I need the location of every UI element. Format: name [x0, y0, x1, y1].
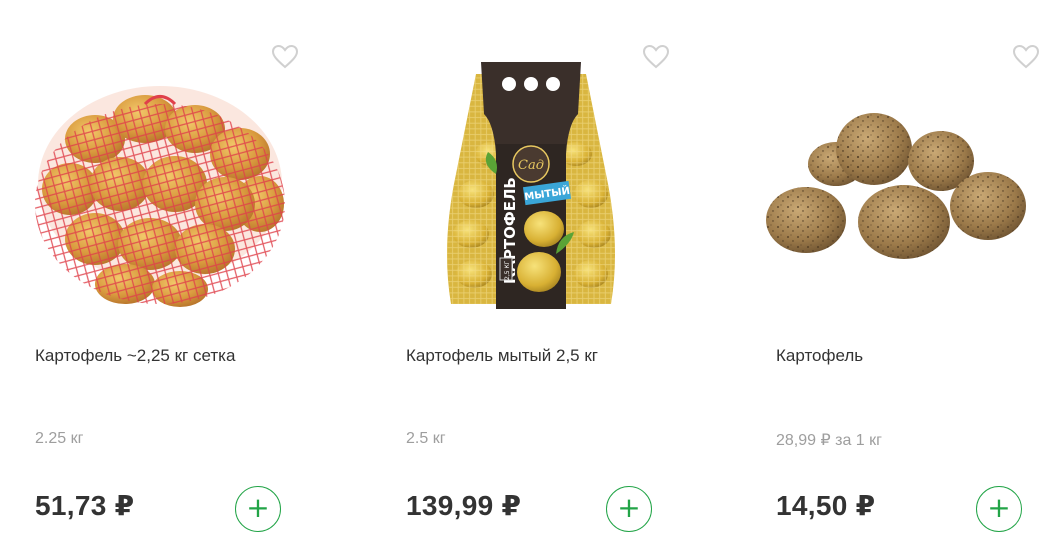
- product-price: 139,99 ₽: [406, 490, 522, 521]
- product-card[interactable]: Картофель ~2,25 кг сетка 2.25 кг 51,73 ₽…: [25, 0, 315, 548]
- plus-icon: +: [246, 491, 270, 524]
- package-weight: 2,5 КГ: [504, 260, 511, 280]
- product-image[interactable]: [766, 44, 1036, 316]
- product-title[interactable]: Картофель ~2,25 кг сетка: [35, 345, 305, 367]
- product-title[interactable]: Картофель: [776, 345, 1046, 367]
- product-title[interactable]: Картофель мытый 2,5 кг: [406, 345, 676, 367]
- product-card[interactable]: Картофель 28,99 ₽ за 1 кг 14,50 ₽ +: [766, 0, 1056, 548]
- product-image[interactable]: Сад КАРТОФЕЛЬ МЫТЫЙ 2,5 КГ: [396, 44, 666, 316]
- product-price: 14,50 ₽: [776, 490, 876, 521]
- add-to-cart-button[interactable]: +: [235, 486, 281, 532]
- product-price: 51,73 ₽: [35, 490, 135, 521]
- plus-icon: +: [617, 491, 641, 524]
- product-card[interactable]: Сад КАРТОФЕЛЬ МЫТЫЙ 2,5 КГ Картофель мыт…: [396, 0, 686, 548]
- add-to-cart-button[interactable]: +: [976, 486, 1022, 532]
- package-brand: Сад: [518, 158, 544, 173]
- plus-icon: +: [987, 491, 1011, 524]
- product-weight: 2.5 кг: [406, 430, 446, 447]
- product-unit-price: 28,99 ₽ за 1 кг: [776, 432, 882, 449]
- product-grid: Картофель ~2,25 кг сетка 2.25 кг 51,73 ₽…: [0, 0, 1061, 548]
- add-to-cart-button[interactable]: +: [606, 486, 652, 532]
- product-weight: 2.25 кг: [35, 430, 84, 447]
- product-image[interactable]: [25, 44, 295, 316]
